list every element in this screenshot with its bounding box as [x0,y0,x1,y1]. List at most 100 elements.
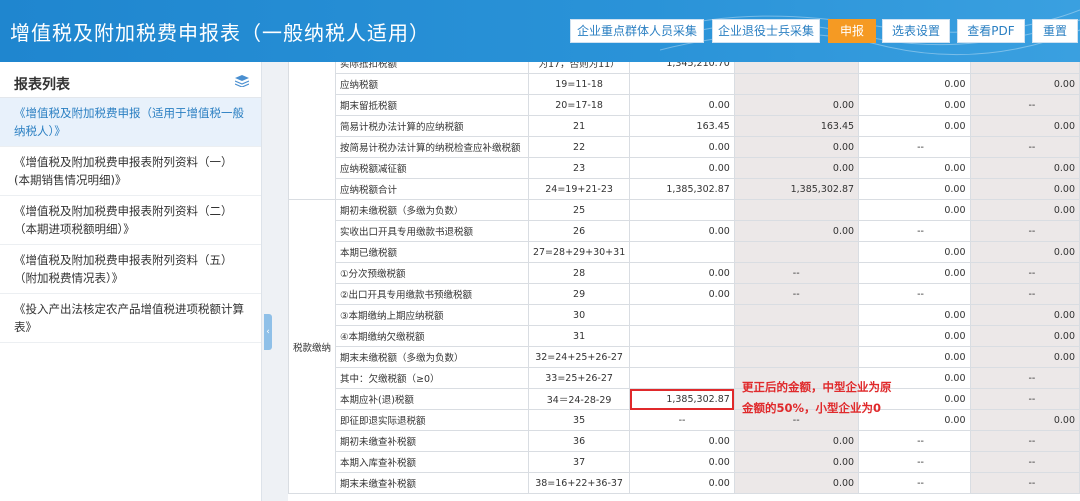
row-value[interactable] [629,346,735,368]
row-value[interactable]: 0.00 [858,325,971,347]
row-value[interactable]: 0.00 [629,220,735,242]
row-value[interactable] [629,73,735,95]
table-row: ④本期缴纳欠缴税额 31 0.00 0.00 [289,325,1080,347]
row-value: -- [969,451,1080,473]
table-row: 应纳税额 19=11-18 0.00 0.00 [289,73,1080,95]
row-value: 0.00 [733,136,860,158]
row-value[interactable]: -- [858,283,971,305]
sidebar-item-attachment-5[interactable]: 《增值税及附加税费申报表附列资料（五）（附加税费情况表）》 [0,245,261,294]
table-row: 本期已缴税额 27=28+29+30+31 0.00 0.00 [289,241,1080,263]
row-value[interactable]: 0.00 [629,94,735,116]
category-cell: 税款缴纳 [288,199,337,494]
collect-veteran-button[interactable]: 企业退役士兵采集 [712,19,820,43]
table-row: 实收出口开具专用缴款书退税额 26 0.00 0.00 -- -- [289,220,1080,242]
row-value[interactable] [629,367,735,389]
row-value[interactable]: 0.00 [858,304,971,326]
row-line: 19=11-18 [527,73,631,95]
report-list-sidebar: 报表列表 《增值税及附加税费申报（适用于增值税一般纳税人）》 《增值税及附加税费… [0,62,262,501]
row-item: 应纳税额合计 [335,178,529,200]
row-value[interactable]: -- [858,430,971,452]
row-item: 期末未缴查补税额 [335,472,529,494]
row-item: 即征即退实际退税额 [335,409,529,431]
row-value[interactable]: 0.00 [629,430,735,452]
layers-icon[interactable] [235,75,249,87]
row-value: -- [733,262,860,284]
row-value[interactable]: 0.00 [629,262,735,284]
table-row: 本期入库查补税额 37 0.00 0.00 -- -- [289,451,1080,473]
table-row: 期初未缴查补税额 36 0.00 0.00 -- -- [289,430,1080,452]
row-line: 20=17-18 [527,94,631,116]
sidebar-item-main-report[interactable]: 《增值税及附加税费申报（适用于增值税一般纳税人）》 [0,98,261,147]
row-value: 0.00 [733,220,860,242]
sidebar-title: 报表列表 [14,77,70,93]
collect-key-group-button[interactable]: 企业重点群体人员采集 [570,19,704,43]
row-line: 为17，否则为11） [527,62,631,74]
row-value[interactable]: 0.00 [858,199,971,221]
row-value[interactable]: 0.00 [629,283,735,305]
row-value: 0.00 [969,346,1080,368]
row-value [733,199,860,221]
row-item: 本期入库查补税额 [335,451,529,473]
row-value[interactable]: -- [858,472,971,494]
row-value: 0.00 [969,241,1080,263]
row-value[interactable]: 0.00 [858,262,971,284]
row-value[interactable]: 163.45 [629,115,735,137]
row-value[interactable]: 0.00 [629,451,735,473]
sidebar-item-agri-input-output[interactable]: 《投入产出法核定农产品增值税进项税额计算表》 [0,294,261,343]
row-value[interactable]: 0.00 [858,346,971,368]
row-value[interactable]: 0.00 [858,178,971,200]
row-value[interactable]: 0.00 [858,157,971,179]
row-item: 本期已缴税额 [335,241,529,263]
row-value[interactable]: 0.00 [858,73,971,95]
row-value: 0.00 [969,115,1080,137]
page-title: 增值税及附加税费申报表（一般纳税人适用） [10,21,430,45]
row-value[interactable]: 1,385,302.87 [629,178,735,200]
table-row: 本期应补(退)税额 34＝24-28-29 1,385,302.87 0.00 -- [289,388,1080,410]
row-line: 30 [527,304,631,326]
row-value[interactable] [629,325,735,347]
tax-report-table: 实际抵扣税额 为17，否则为11） 1,345,210.70 应纳税额 19=11… [288,62,1080,494]
row-value[interactable]: -- [629,409,735,431]
row-value: 1,385,302.87 [733,178,860,200]
sidebar-item-attachment-2[interactable]: 《增值税及附加税费申报表附列资料（二）（本期进项税额明细）》 [0,196,261,245]
row-item: 按简易计税办法计算的纳税检查应补缴税额 [335,136,529,158]
row-value[interactable]: 0.00 [858,241,971,263]
reset-button[interactable]: 重置 [1032,19,1078,43]
row-item: ④本期缴纳欠缴税额 [335,325,529,347]
table-row: 简易计税办法计算的应纳税额 21 163.45 163.45 0.00 0.00 [289,115,1080,137]
row-item: 期末留抵税额 [335,94,529,116]
row-value[interactable]: 0.00 [629,136,735,158]
row-value[interactable]: 1,345,210.70 [629,62,735,74]
row-value[interactable] [629,199,735,221]
row-line: 29 [527,283,631,305]
row-line: 25 [527,199,631,221]
view-pdf-button[interactable]: 查看PDF [957,19,1025,43]
row-value[interactable]: -- [858,136,971,158]
row-value [733,325,860,347]
row-line: 34＝24-28-29 [527,388,631,410]
row-item: ②出口开具专用缴款书预缴税额 [335,283,529,305]
row-value[interactable] [629,304,735,326]
row-item: 简易计税办法计算的应纳税额 [335,115,529,137]
row-value: -- [969,220,1080,242]
report-table-area: 实际抵扣税额 为17，否则为11） 1,345,210.70 应纳税额 19=11… [288,62,1080,501]
row-value[interactable]: 1,385,302.87 [629,388,735,410]
row-value[interactable]: 0.00 [858,94,971,116]
row-item: 本期应补(退)税额 [335,388,529,410]
row-value[interactable]: -- [858,220,971,242]
row-value[interactable]: 0.00 [858,115,971,137]
sidebar-header: 报表列表 [0,62,261,98]
sidebar-item-attachment-1[interactable]: 《增值税及附加税费申报表附列资料（一）(本期销售情况明细)》 [0,147,261,196]
row-value[interactable]: -- [858,451,971,473]
declare-button[interactable]: 申报 [828,19,876,43]
row-item: 实收出口开具专用缴款书退税额 [335,220,529,242]
row-value: -- [733,283,860,305]
row-value: -- [969,430,1080,452]
row-value: -- [969,472,1080,494]
row-value[interactable]: 0.00 [629,472,735,494]
row-value: -- [969,283,1080,305]
select-table-settings-button[interactable]: 选表设置 [882,19,950,43]
row-value[interactable]: 0.00 [629,157,735,179]
collapse-sidebar-handle[interactable]: ‹ [264,314,272,350]
row-value[interactable] [629,241,735,263]
